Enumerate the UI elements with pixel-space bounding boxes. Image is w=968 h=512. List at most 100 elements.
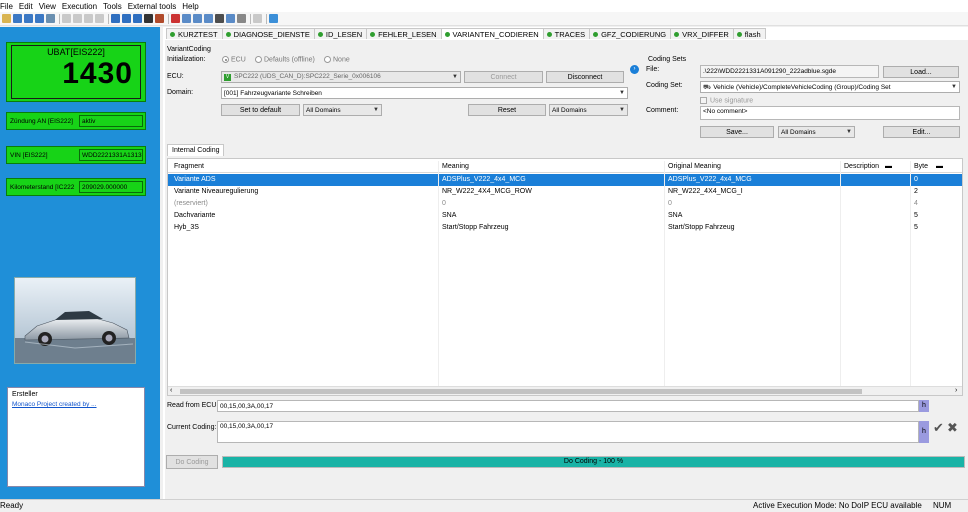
scrollbar-thumb[interactable]	[180, 389, 862, 394]
tab-vrx-differ[interactable]: VRX_DIFFER	[670, 28, 734, 39]
help-icon[interactable]	[269, 14, 278, 23]
tab-internal-coding[interactable]: Internal Coding	[167, 144, 225, 156]
table-row[interactable]: Variante Niveauregulierung NR_W222_4X4_M…	[168, 186, 962, 198]
tab-id-lesen[interactable]: ID_LESEN	[313, 28, 368, 39]
reset-button[interactable]: Reset	[468, 104, 546, 116]
use-signature-checkbox[interactable]: Use signature	[700, 97, 753, 104]
contrast-icon[interactable]	[144, 14, 153, 23]
network-icon[interactable]	[204, 14, 213, 23]
header-b[interactable]: B	[958, 161, 962, 173]
coding-progress-bar: Do Coding - 100 %	[222, 456, 965, 468]
variant-coding-title: VariantCoding	[167, 46, 211, 53]
domain-filter-select[interactable]: All Domains ▼	[303, 104, 382, 116]
coding-set-select[interactable]: ⛟ Vehicle (Vehicle)/CompleteVehicleCoding…	[700, 81, 960, 93]
radio-defaults-icon	[255, 56, 262, 63]
monitor-icon[interactable]	[193, 14, 202, 23]
comment-field[interactable]: <No comment>	[700, 106, 960, 120]
layout-icon[interactable]	[111, 14, 120, 23]
header-byte[interactable]: Byte ▬	[910, 161, 958, 173]
do-coding-button[interactable]: Do Coding	[166, 455, 218, 469]
tab-kurztest[interactable]: KURZTEST	[166, 28, 223, 39]
header-description[interactable]: Description ▬	[840, 161, 910, 173]
disconnect-button[interactable]: Disconnect	[546, 71, 624, 83]
cell-original-meaning: NR_W222_4X4_MCG_I	[668, 188, 743, 195]
tab-traces[interactable]: TRACES	[542, 28, 591, 39]
close-icon[interactable]: ✖	[947, 420, 958, 436]
radio-defaults[interactable]: Defaults (offline)	[255, 56, 315, 63]
table-row[interactable]: Hyb_3S Start/Stopp Fahrzeug Start/Stopp …	[168, 222, 962, 234]
scroll-left-icon[interactable]: ‹	[170, 387, 172, 394]
current-coding-field[interactable]: 00,15,00,3A,00,17	[217, 421, 919, 443]
connect-button[interactable]: Connect	[464, 71, 543, 83]
tab-label: VRX_DIFFER	[682, 29, 729, 39]
cell-original-meaning: ADSPlus_V222_4x4_MCG	[668, 176, 752, 183]
car-image	[14, 277, 136, 364]
hex-toggle-button[interactable]: h	[919, 421, 929, 443]
panel-icon[interactable]	[133, 14, 142, 23]
cell-fragment: Hyb_3S	[174, 224, 199, 231]
hex-toggle-button[interactable]: h	[919, 400, 929, 412]
tab-flash[interactable]: flash	[732, 28, 766, 39]
new-icon[interactable]	[2, 14, 11, 23]
header-fragment[interactable]: Fragment	[170, 161, 438, 173]
save-domain-select[interactable]: All Domains ▼	[778, 126, 855, 138]
chart-icon[interactable]	[226, 14, 235, 23]
edit-icon[interactable]	[182, 14, 191, 23]
tab-fehler-lesen[interactable]: FEHLER_LESEN	[366, 28, 442, 39]
table-row[interactable]: (reserviert) 0 0 4 5	[168, 198, 962, 210]
table-row[interactable]: Dachvariante SNA SNA 5 0	[168, 210, 962, 222]
ecu-select[interactable]: V SPC222 (UDS_CAN_D):SPC222_Serie_0x00610…	[221, 71, 461, 83]
phone-icon[interactable]	[215, 14, 224, 23]
record-icon[interactable]	[155, 14, 164, 23]
edit-button[interactable]: Edit...	[883, 126, 960, 138]
paste-icon[interactable]	[84, 14, 93, 23]
header-original-meaning[interactable]: Original Meaning	[664, 161, 840, 173]
file-field[interactable]: .\222\WDD2221331A091290_222adblue.sgde	[700, 65, 879, 78]
settings-icon[interactable]	[237, 14, 246, 23]
save-all-icon[interactable]	[35, 14, 44, 23]
radio-none[interactable]: None	[324, 56, 350, 63]
header-meaning[interactable]: Meaning	[438, 161, 664, 173]
ecu-value: SPC222 (UDS_CAN_D):SPC222_Serie_0x006106	[234, 73, 381, 80]
status-dot-icon	[317, 31, 323, 37]
save-icon[interactable]	[24, 14, 33, 23]
copy-icon[interactable]	[73, 14, 82, 23]
ersteller-link[interactable]: Monaco Project created by ...	[8, 401, 144, 408]
tab-gfz-codierung[interactable]: GFZ_CODIERUNG	[589, 28, 672, 39]
menu-help[interactable]: Help	[182, 2, 198, 11]
domain-select[interactable]: [001] Fahrzeugvariante Schreiben ▼	[221, 87, 628, 99]
open-icon[interactable]	[13, 14, 22, 23]
delete-icon[interactable]	[95, 14, 104, 23]
menu-execution[interactable]: Execution	[62, 2, 97, 11]
checkbox-icon	[700, 97, 707, 104]
stop-icon[interactable]	[253, 14, 262, 23]
tool-icon[interactable]	[171, 14, 180, 23]
horizontal-scrollbar[interactable]: ‹ ›	[168, 386, 962, 395]
window-icon[interactable]	[122, 14, 131, 23]
cut-icon[interactable]	[62, 14, 71, 23]
radio-ecu[interactable]: ECU	[222, 56, 246, 63]
check-icon[interactable]: ✔	[933, 420, 944, 436]
table-row[interactable]: Variante ADS ADSPlus_V222_4x4_MCG ADSPlu…	[168, 174, 962, 186]
menu-tools[interactable]: Tools	[103, 2, 122, 11]
load-button[interactable]: Load...	[883, 66, 959, 78]
menu-file[interactable]: File	[0, 2, 13, 11]
radio-none-icon	[324, 56, 331, 63]
menu-external-tools[interactable]: External tools	[128, 2, 176, 11]
menu-view[interactable]: View	[39, 2, 56, 11]
reset-domain-value: All Domains	[552, 106, 587, 114]
set-default-button[interactable]: Set to default	[221, 104, 300, 116]
zuendung-label: Zündung AN [EIS222]	[10, 118, 73, 125]
save-button[interactable]: Save...	[700, 126, 774, 138]
filter-icon: ▬	[885, 163, 893, 170]
vin-label: VIN [EIS222]	[10, 152, 48, 159]
tab-varianten-codieren[interactable]: VARIANTEN_CODIEREN	[440, 28, 544, 39]
scroll-right-icon[interactable]: ›	[955, 387, 957, 394]
read-from-ecu-label: Read from ECU:	[167, 402, 219, 409]
expand-arrow-icon[interactable]: ›	[630, 65, 639, 74]
reset-domain-select[interactable]: All Domains ▼	[549, 104, 628, 116]
menu-edit[interactable]: Edit	[19, 2, 33, 11]
tab-diagnose-dienste[interactable]: DIAGNOSE_DIENSTE	[221, 28, 315, 39]
print-icon[interactable]	[46, 14, 55, 23]
status-dot-icon	[674, 31, 680, 37]
